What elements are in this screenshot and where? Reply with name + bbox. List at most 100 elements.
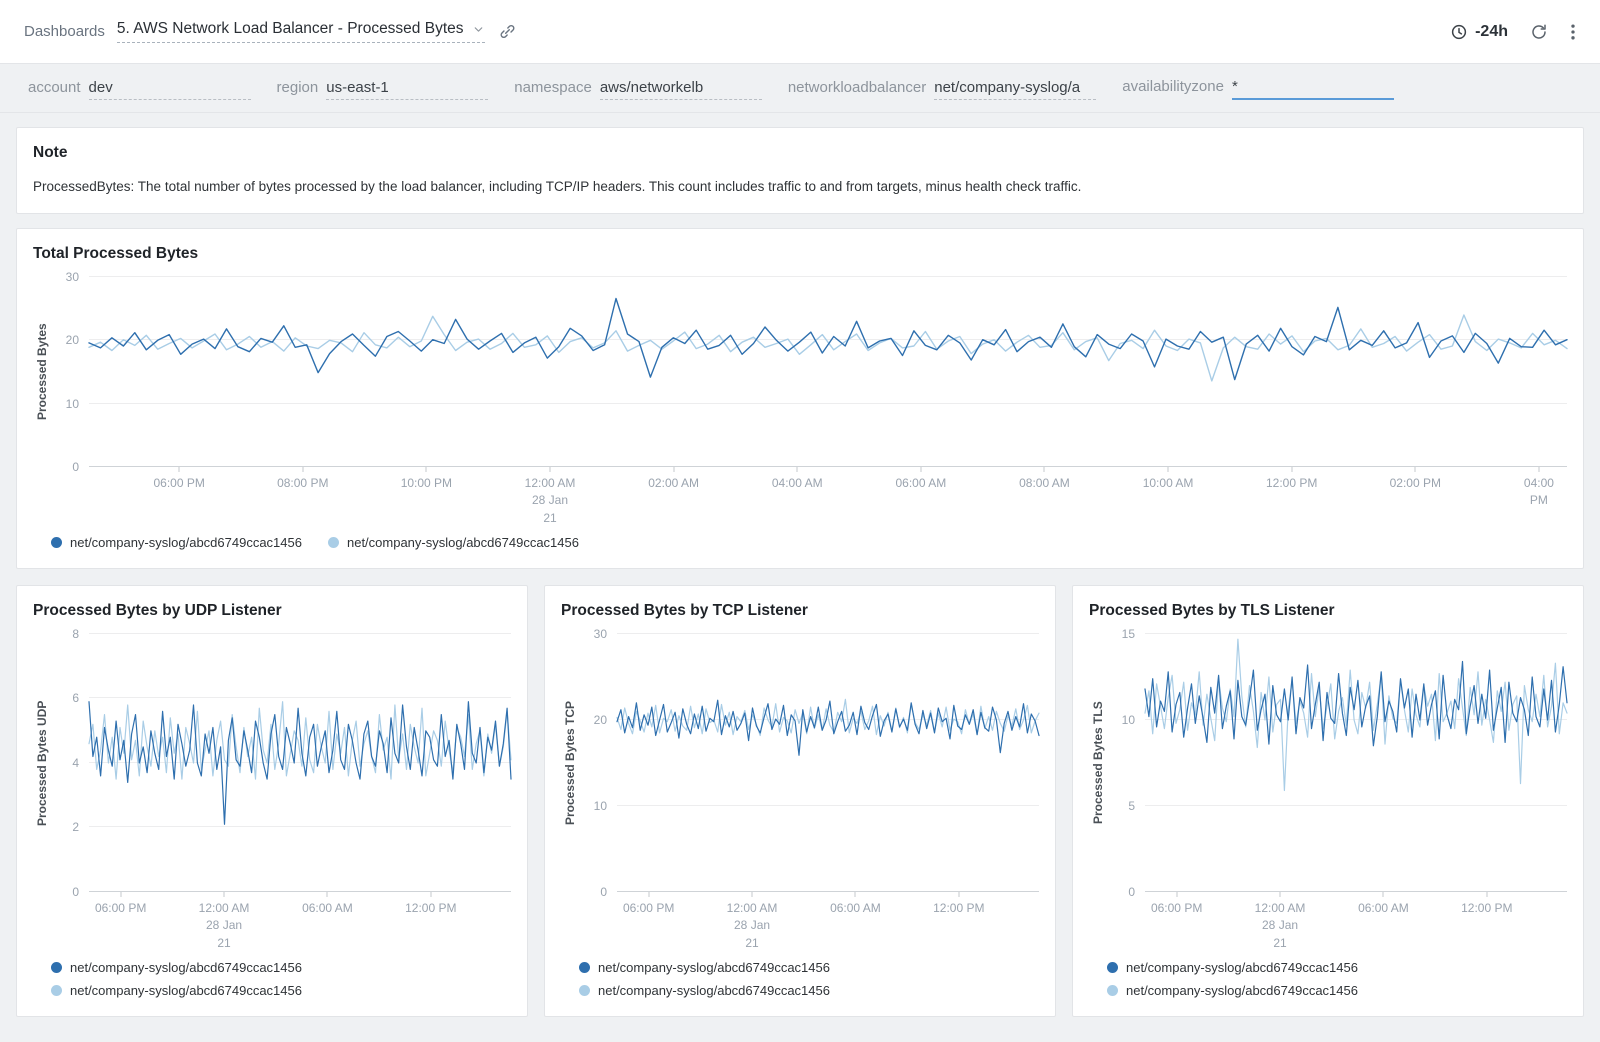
x-tick-mark	[327, 892, 328, 897]
x-tick-mark	[179, 467, 180, 472]
filter-label: networkloadbalancer	[788, 79, 926, 96]
chart-tcp-listener: Processed Bytes TCP 0102030 06:00 PM12:0…	[561, 634, 1039, 948]
x-tick-label: 06:00 PM	[623, 900, 674, 917]
dashboard-title-dropdown[interactable]: 5. AWS Network Load Balancer - Processed…	[117, 20, 485, 43]
legend-item[interactable]: net/company-syslog/abcd6749ccac1456	[51, 960, 511, 975]
y-tick-label: 15	[1122, 627, 1135, 641]
plot-area[interactable]	[89, 634, 511, 892]
plot-area[interactable]	[1145, 634, 1567, 892]
y-tick-label: 4	[72, 756, 79, 770]
y-axis-ticks: 0102030	[579, 634, 617, 892]
y-axis-label: Processed Bytes UDP	[33, 634, 51, 892]
x-tick-mark	[920, 467, 921, 472]
legend-label: net/company-syslog/abcd6749ccac1456	[1126, 983, 1358, 998]
y-tick-label: 2	[72, 820, 79, 834]
filter-value-availabilityzone[interactable]: *	[1232, 78, 1394, 100]
x-tick-mark	[426, 467, 427, 472]
topbar-actions: -24h	[1450, 22, 1576, 42]
x-axis-ticks: 06:00 PM08:00 PM10:00 PM12:00 AM 28 Jan …	[89, 467, 1567, 523]
x-tick-label: 02:00 AM	[648, 475, 699, 492]
y-tick-label: 10	[66, 397, 79, 411]
series-line-dark	[89, 298, 1567, 379]
legend-label: net/company-syslog/abcd6749ccac1456	[70, 983, 302, 998]
legend-dot	[328, 537, 339, 548]
y-axis-label: Processed Bytes TCP	[561, 634, 579, 892]
x-tick-label: 06:00 AM	[302, 900, 353, 917]
legend-dot	[51, 962, 62, 973]
filter-label: availabilityzone	[1122, 78, 1224, 95]
refresh-icon[interactable]	[1530, 23, 1548, 41]
filter-value-region[interactable]: us-east-1	[326, 79, 488, 100]
y-tick-label: 6	[72, 691, 79, 705]
chart-title-total: Total Processed Bytes	[33, 245, 1567, 263]
filter-value-networkloadbalancer[interactable]: net/company-syslog/a	[934, 79, 1096, 100]
legend-item[interactable]: net/company-syslog/abcd6749ccac1456	[579, 983, 1039, 998]
kebab-menu-icon[interactable]	[1570, 22, 1576, 42]
y-tick-label: 10	[1122, 713, 1135, 727]
chart-title-tls: Processed Bytes by TLS Listener	[1089, 602, 1567, 620]
panel-tcp-listener: Processed Bytes by TCP Listener Processe…	[544, 585, 1056, 1017]
x-tick-label: 02:00 PM	[1390, 475, 1441, 492]
x-tick-label: 12:00 PM	[933, 900, 984, 917]
y-axis-ticks: 02468	[51, 634, 89, 892]
x-tick-mark	[1486, 892, 1487, 897]
x-tick-mark	[648, 892, 649, 897]
filter-value-namespace[interactable]: aws/networkelb	[600, 79, 762, 100]
legend-item[interactable]: net/company-syslog/abcd6749ccac1456	[1107, 983, 1567, 998]
y-axis-label: Processed Bytes TLS	[1089, 634, 1107, 892]
legend-label: net/company-syslog/abcd6749ccac1456	[1126, 960, 1358, 975]
chart-legend: net/company-syslog/abcd6749ccac1456 net/c…	[51, 535, 1567, 550]
legend-item[interactable]: net/company-syslog/abcd6749ccac1456	[579, 960, 1039, 975]
x-tick-mark	[855, 892, 856, 897]
series-line-light	[89, 315, 1567, 381]
top-bar: Dashboards 5. AWS Network Load Balancer …	[0, 0, 1600, 64]
legend-dot	[1107, 985, 1118, 996]
x-tick-label: 12:00 PM	[1266, 475, 1317, 492]
legend-item[interactable]: net/company-syslog/abcd6749ccac1456	[51, 983, 511, 998]
x-tick-mark	[550, 467, 551, 472]
x-axis-ticks: 06:00 PM12:00 AM 28 Jan 2106:00 AM12:00 …	[89, 892, 511, 948]
x-tick-label: 12:00 AM 28 Jan 21	[1255, 900, 1306, 952]
line-chart-svg	[89, 277, 1567, 467]
x-tick-mark	[120, 892, 121, 897]
legend-item[interactable]: net/company-syslog/abcd6749ccac1456	[1107, 960, 1567, 975]
legend-item[interactable]: net/company-syslog/abcd6749ccac1456	[51, 535, 302, 550]
x-tick-mark	[673, 467, 674, 472]
bottom-panels-row: Processed Bytes by UDP Listener Processe…	[16, 585, 1584, 1017]
x-tick-mark	[224, 892, 225, 897]
x-axis-ticks: 06:00 PM12:00 AM 28 Jan 2106:00 AM12:00 …	[617, 892, 1039, 948]
y-axis-label: Processed Bytes	[33, 277, 51, 467]
line-chart-svg	[89, 634, 511, 892]
legend-dot	[579, 962, 590, 973]
chart-tls-listener: Processed Bytes TLS 051015 06:00 PM12:00…	[1089, 634, 1567, 948]
x-tick-label: 12:00 AM 28 Jan 21	[199, 900, 250, 952]
filter-label: region	[277, 79, 319, 96]
time-range-selector[interactable]: -24h	[1450, 23, 1508, 41]
y-tick-label: 0	[72, 460, 79, 474]
chevron-down-icon	[472, 23, 485, 36]
legend-item[interactable]: net/company-syslog/abcd6749ccac1456	[328, 535, 579, 550]
filter-value-account[interactable]: dev	[89, 79, 251, 100]
x-tick-mark	[1280, 892, 1281, 897]
legend-label: net/company-syslog/abcd6749ccac1456	[598, 983, 830, 998]
filter-networkloadbalancer: networkloadbalancer net/company-syslog/a	[788, 79, 1096, 100]
x-tick-label: 12:00 AM 28 Jan 21	[525, 475, 576, 527]
plot-area[interactable]	[89, 277, 1567, 467]
clock-icon	[1450, 23, 1468, 41]
filter-label: namespace	[514, 79, 592, 96]
dashboard-page: Dashboards 5. AWS Network Load Balancer …	[0, 0, 1600, 1042]
share-link-icon[interactable]	[499, 23, 516, 40]
x-tick-label: 04:00 PM	[1524, 475, 1554, 510]
x-tick-mark	[752, 892, 753, 897]
breadcrumb[interactable]: Dashboards	[24, 23, 105, 40]
note-title: Note	[33, 144, 1567, 162]
filter-region: region us-east-1	[277, 79, 489, 100]
plot-area[interactable]	[617, 634, 1039, 892]
panel-tls-listener: Processed Bytes by TLS Listener Processe…	[1072, 585, 1584, 1017]
x-tick-mark	[302, 467, 303, 472]
y-tick-label: 10	[594, 799, 607, 813]
series-line-dark	[617, 700, 1039, 755]
y-tick-label: 20	[594, 713, 607, 727]
x-tick-mark	[1176, 892, 1177, 897]
x-tick-mark	[958, 892, 959, 897]
